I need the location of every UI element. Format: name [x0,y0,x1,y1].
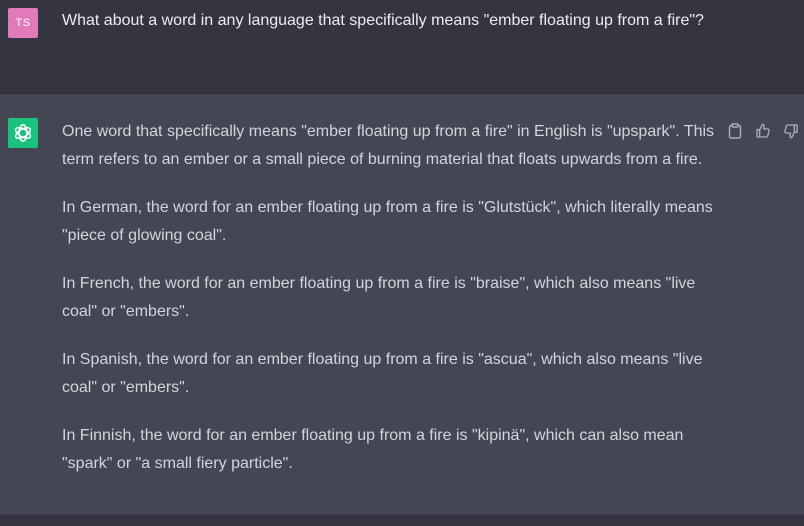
user-message-text: What about a word in any language that s… [62,12,704,29]
message-actions [725,121,801,141]
openai-logo-icon [14,124,32,142]
answer-paragraph: In Finnish, the word for an ember floati… [62,427,684,472]
clipboard-icon [728,123,742,139]
thumbs-up-button[interactable] [753,121,773,141]
answer-paragraph: One word that specifically means "ember … [62,123,715,168]
answer-paragraph: In Spanish, the word for an ember floati… [62,351,703,396]
copy-button[interactable] [725,121,745,141]
user-message: TS What about a word in any language tha… [0,0,804,94]
assistant-avatar [8,118,38,148]
thumbs-down-button[interactable] [781,121,801,141]
assistant-message-text: One word that specifically means "ember … [62,118,722,498]
next-message-divider [0,514,804,526]
user-avatar: TS [8,8,38,38]
answer-paragraph: In French, the word for an ember floatin… [62,275,696,320]
thumbs-up-icon [756,123,770,138]
answer-paragraph: In German, the word for an ember floatin… [62,199,713,244]
thumbs-down-icon [784,124,798,139]
